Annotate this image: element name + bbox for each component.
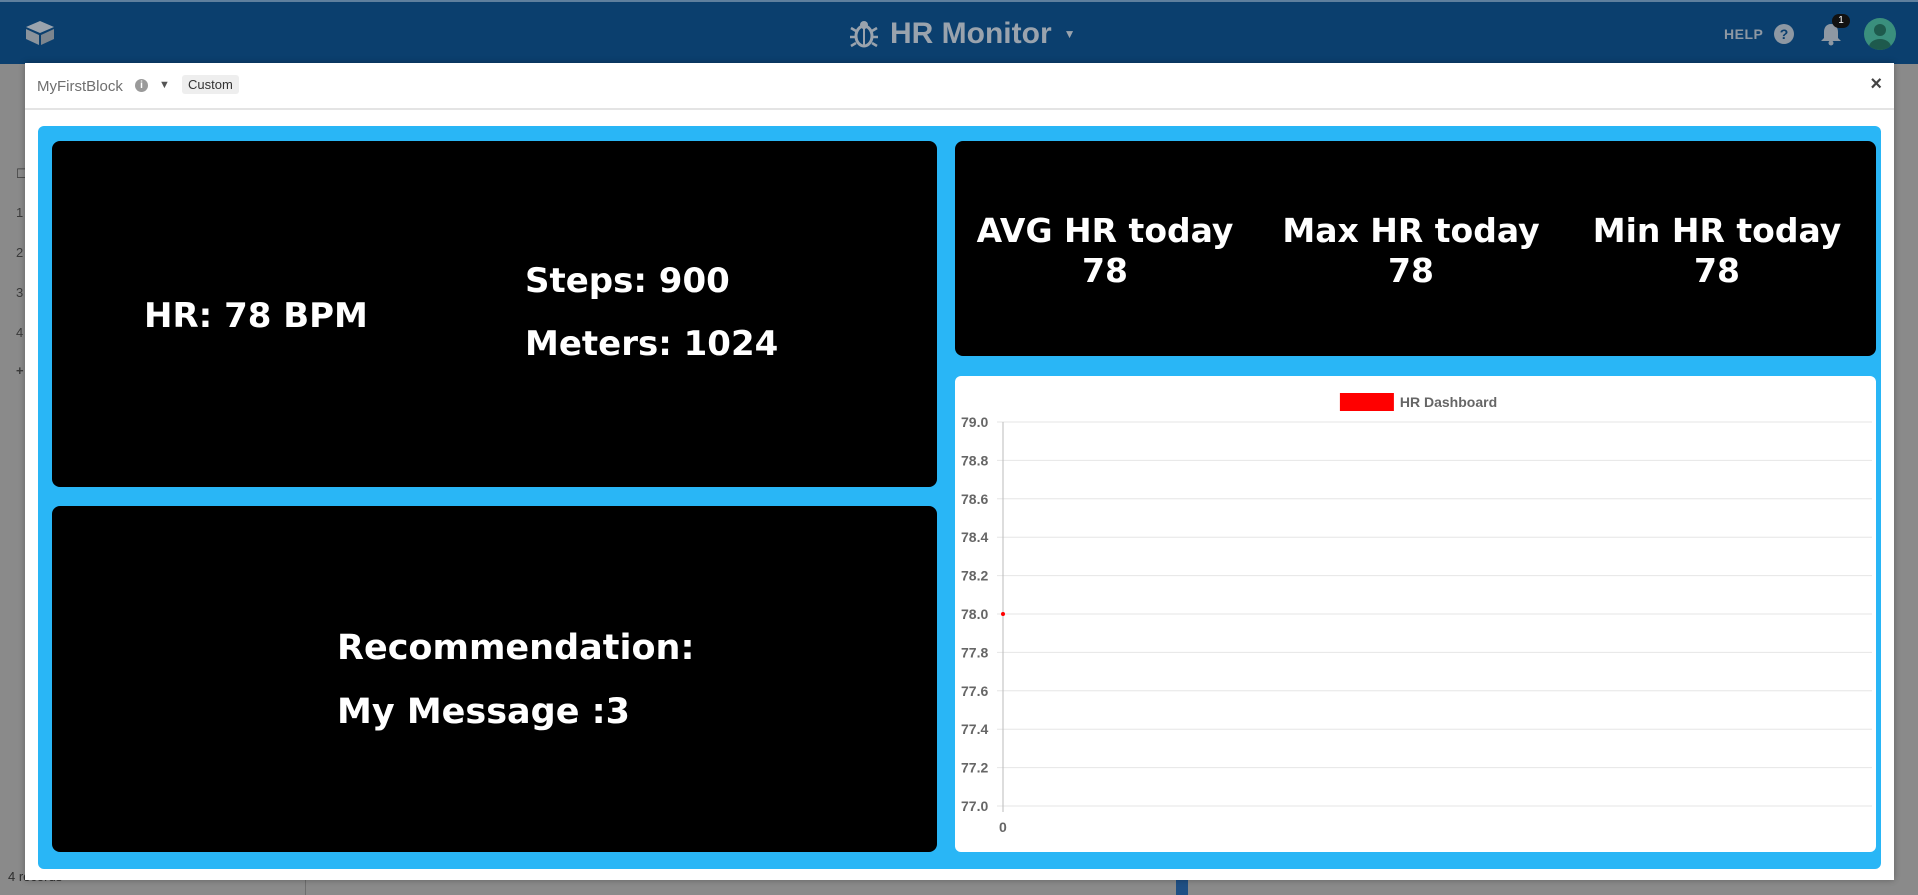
max-hr-label: Max HR today: [1282, 211, 1540, 250]
y-tick-label: 78.4: [961, 529, 988, 545]
dashboard-canvas: HR: 78 BPM Steps: 900 Meters: 1024 Recom…: [38, 126, 1881, 869]
chevron-down-icon: ▼: [1063, 27, 1076, 41]
y-tick-label: 77.2: [961, 760, 988, 776]
block-name[interactable]: MyFirstBlock: [37, 78, 123, 95]
background-divider: [305, 880, 306, 895]
y-tick-label: 78.2: [961, 568, 988, 584]
recommendation-panel: Recommendation: My Message :3: [52, 506, 937, 852]
daily-stats-panel: AVG HR today 78 Max HR today 78 Min HR t…: [955, 141, 1876, 356]
legend-label: HR Dashboard: [1400, 394, 1497, 410]
min-hr-stat: Min HR today 78: [1579, 211, 1855, 291]
y-tick-label: 77.6: [961, 683, 988, 699]
avatar[interactable]: [1864, 18, 1896, 50]
min-hr-label: Min HR today: [1592, 211, 1842, 250]
legend-swatch: [1339, 393, 1394, 411]
min-hr-value: 78: [1694, 251, 1740, 290]
close-button[interactable]: ×: [1870, 73, 1882, 96]
app-topbar: HR Monitor ▼ HELP ? 1: [0, 0, 1918, 64]
block-modal: MyFirstBlock i ▼ Custom × HR: 78 BPM Ste…: [25, 63, 1894, 880]
meters-readout: Meters: 1024: [525, 324, 779, 364]
recommendation-title: Recommendation:: [337, 628, 695, 668]
y-tick-label: 77.8: [961, 644, 988, 660]
row-number: 3: [16, 285, 24, 300]
hr-panel: HR: 78 BPM Steps: 900 Meters: 1024: [52, 141, 937, 487]
y-tick-label: 77.4: [961, 721, 988, 737]
y-tick-label: 78.8: [961, 452, 988, 468]
help-link[interactable]: HELP: [1724, 26, 1763, 42]
avg-hr-value: 78: [1082, 251, 1128, 290]
y-tick-label: 78.0: [961, 606, 988, 622]
row-number: 1: [16, 205, 24, 220]
chevron-down-icon[interactable]: ▼: [159, 79, 170, 91]
data-point: [1001, 612, 1005, 616]
hr-line-chart: 79.0 78.8 78.6 78.4 78.2 78.0 77.8 77.6 77.4 77.2…: [961, 393, 1872, 835]
recommendation-message: My Message :3: [337, 692, 631, 732]
base-title-menu[interactable]: HR Monitor ▼: [850, 14, 1076, 54]
add-row-icon: +: [16, 363, 24, 378]
row-number: 4: [16, 325, 24, 340]
x-tick-label: 0: [999, 819, 1007, 835]
avg-hr-label: AVG HR today: [976, 211, 1234, 250]
hr-chart-panel: 79.0 78.8 78.6 78.4 78.2 78.0 77.8 77.6 77.4 77.2…: [955, 376, 1876, 852]
row-number: 2: [16, 245, 24, 260]
max-hr-value: 78: [1388, 251, 1434, 290]
y-tick-label: 77.0: [961, 798, 988, 814]
y-tick-label: 78.6: [961, 491, 988, 507]
base-logo-icon[interactable]: [24, 20, 56, 46]
app-title: HR Monitor: [890, 17, 1052, 50]
background-selection-bar: [1176, 880, 1188, 895]
modal-header: MyFirstBlock i ▼ Custom ×: [25, 63, 1894, 110]
heart-rate-readout: HR: 78 BPM: [144, 296, 368, 336]
question-icon[interactable]: ?: [1774, 24, 1794, 44]
custom-badge: Custom: [182, 75, 239, 94]
avg-hr-stat: AVG HR today 78: [967, 211, 1243, 291]
y-tick-label: 79.0: [961, 414, 988, 430]
notification-badge: 1: [1832, 14, 1850, 28]
max-hr-stat: Max HR today 78: [1273, 211, 1549, 291]
user-icon: [1869, 24, 1891, 50]
steps-readout: Steps: 900: [525, 261, 730, 301]
bug-icon: [850, 21, 878, 48]
info-icon[interactable]: i: [135, 79, 148, 92]
